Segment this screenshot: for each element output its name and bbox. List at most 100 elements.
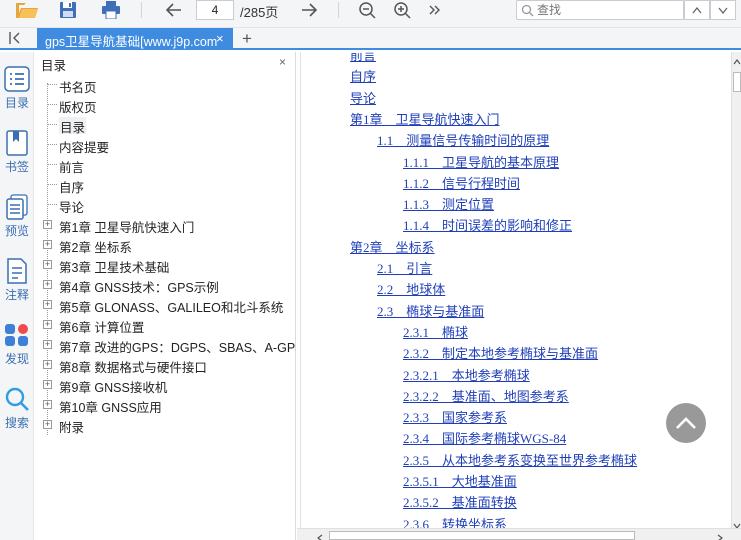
expand-icon[interactable]: + bbox=[43, 420, 52, 429]
toc-link[interactable]: 2.3.5.2 基准面转换 bbox=[403, 492, 517, 511]
toc-item[interactable]: + 第8章 数据格式与硬件接口 bbox=[35, 354, 296, 374]
toc-item[interactable]: + 第7章 改进的GPS：DGPS、SBAS、A-GPS和 bbox=[35, 334, 296, 354]
scroll-right-icon[interactable] bbox=[717, 531, 723, 540]
toc-item[interactable]: + 第9章 GNSS接收机 bbox=[35, 374, 296, 394]
toc-link[interactable]: 2.3.5.1 大地基准面 bbox=[403, 471, 517, 490]
more-tools-icon[interactable] bbox=[426, 0, 444, 20]
toc-link[interactable]: 2.3.6 转换坐标系 bbox=[403, 514, 507, 528]
rail-annotation-button[interactable]: 注释 bbox=[0, 258, 34, 318]
expand-icon[interactable]: + bbox=[43, 400, 52, 409]
toc-item-label: 第2章 坐标系 bbox=[59, 241, 132, 254]
expand-icon[interactable]: + bbox=[43, 340, 52, 349]
expand-icon[interactable]: + bbox=[43, 320, 52, 329]
tree-connector bbox=[47, 84, 57, 85]
vertical-scroll-thumb[interactable] bbox=[733, 72, 741, 92]
toc-item[interactable]: + 附录 bbox=[35, 414, 296, 434]
rail-preview-button[interactable]: 预览 bbox=[0, 194, 34, 254]
toc-item[interactable]: 导论 bbox=[35, 194, 296, 214]
search-box[interactable] bbox=[516, 0, 684, 20]
search-icon bbox=[521, 4, 534, 17]
expand-icon[interactable]: + bbox=[43, 280, 52, 289]
toc-link[interactable]: 2.3.1 椭球 bbox=[403, 322, 468, 341]
toc-link[interactable]: 2.3.5 从本地参考系变换至世界参考椭球 bbox=[403, 450, 637, 469]
toc-item[interactable]: 目录 bbox=[35, 114, 296, 134]
toc-item[interactable]: + 第10章 GNSS应用 bbox=[35, 394, 296, 414]
expand-icon[interactable]: + bbox=[43, 300, 52, 309]
rail-bookmark-button[interactable]: 书签 bbox=[0, 130, 34, 190]
toc-link[interactable]: 1.1.2 信号行程时间 bbox=[403, 173, 520, 192]
back-to-top-button[interactable] bbox=[666, 403, 706, 443]
tab-bar: gps卫星导航基础[www.j9p.com × + bbox=[0, 28, 741, 50]
scroll-left-icon[interactable] bbox=[317, 531, 323, 540]
toc-link[interactable]: 2.3 椭球与基准面 bbox=[377, 301, 484, 320]
toc-link[interactable]: 2.3.3 国家参考系 bbox=[403, 407, 507, 426]
collapse-sidebar-icon[interactable] bbox=[8, 31, 24, 48]
toc-title: 目录 bbox=[41, 59, 67, 73]
toc-item[interactable]: 自序 bbox=[35, 174, 296, 194]
toc-item[interactable]: + 第5章 GLONASS、GALILEO和北斗系统 bbox=[35, 294, 296, 314]
toc-item[interactable]: + 第1章 卫星导航快速入门 bbox=[35, 214, 296, 234]
zoom-out-icon[interactable] bbox=[356, 0, 378, 20]
toc-link[interactable]: 2.2 地球体 bbox=[377, 279, 445, 298]
toc-link[interactable]: 2.3.2 制定本地参考椭球与基准面 bbox=[403, 343, 598, 362]
new-tab-button[interactable]: + bbox=[242, 29, 252, 49]
expand-icon[interactable]: + bbox=[43, 260, 52, 269]
document-tab[interactable]: gps卫星导航基础[www.j9p.com bbox=[37, 28, 233, 50]
toc-link[interactable]: 1.1.1 卫星导航的基本原理 bbox=[403, 152, 559, 171]
toc-link[interactable]: 1.1 测量信号传输时间的原理 bbox=[377, 130, 549, 149]
toc-link[interactable]: 第1章 卫星导航快速入门 bbox=[350, 109, 500, 128]
toolbar: /285页 bbox=[0, 0, 741, 28]
search-next-button[interactable] bbox=[710, 0, 736, 20]
toc-item-label: 版权页 bbox=[59, 101, 97, 114]
toc-item[interactable]: 版权页 bbox=[35, 94, 296, 114]
expand-icon[interactable]: + bbox=[43, 380, 52, 389]
horizontal-scroll-thumb[interactable] bbox=[329, 531, 635, 540]
tab-close-icon[interactable]: × bbox=[216, 31, 224, 46]
zoom-in-icon[interactable] bbox=[391, 0, 413, 20]
horizontal-scrollbar[interactable] bbox=[297, 528, 741, 540]
annotation-icon bbox=[7, 258, 27, 284]
toc-link[interactable]: 导论 bbox=[350, 88, 376, 107]
print-icon[interactable] bbox=[99, 0, 123, 20]
rail-label: 搜索 bbox=[4, 416, 29, 430]
document-page: 前言自序导论第1章 卫星导航快速入门 1.1 测量信号传输时间的原理 1.1.1 卫… bbox=[300, 52, 728, 528]
toc-link[interactable]: 1.1.3 测定位置 bbox=[403, 194, 494, 213]
toc-link[interactable]: 2.1 引言 bbox=[377, 258, 432, 277]
toc-link[interactable]: 第2章 坐标系 bbox=[350, 237, 435, 256]
toc-link[interactable]: 2.3.4 国际参考椭球WGS-84 bbox=[403, 428, 566, 447]
toc-link[interactable]: 2.3.2.1 本地参考椭球 bbox=[403, 365, 530, 384]
toc-item[interactable]: + 第3章 卫星技术基础 bbox=[35, 254, 296, 274]
save-icon[interactable] bbox=[57, 0, 79, 20]
scroll-up-icon[interactable] bbox=[733, 54, 741, 65]
forward-arrow-icon[interactable] bbox=[298, 0, 320, 20]
preview-icon bbox=[6, 194, 28, 220]
expand-icon[interactable]: + bbox=[43, 240, 52, 249]
search-prev-button[interactable] bbox=[684, 0, 710, 20]
rail-search-button[interactable]: 搜索 bbox=[0, 386, 34, 446]
page-number-input[interactable] bbox=[196, 0, 234, 20]
expand-icon[interactable]: + bbox=[43, 220, 52, 229]
toc-item[interactable]: 内容提要 bbox=[35, 134, 296, 154]
toc-item[interactable]: 书名页 bbox=[35, 74, 296, 94]
toc-link[interactable]: 2.3.2.2 基准面、地图参考系 bbox=[403, 386, 569, 405]
toc-item[interactable]: 前言 bbox=[35, 154, 296, 174]
toc-link[interactable]: 1.1.4 时间误差的影响和修正 bbox=[403, 215, 572, 234]
open-folder-icon[interactable] bbox=[14, 0, 40, 20]
back-arrow-icon[interactable] bbox=[163, 0, 185, 20]
scroll-down-icon[interactable] bbox=[733, 518, 741, 529]
toc-close-icon[interactable]: × bbox=[279, 55, 286, 69]
toc-item[interactable]: + 第2章 坐标系 bbox=[35, 234, 296, 254]
search-input[interactable] bbox=[537, 2, 677, 18]
toc-link[interactable]: 自序 bbox=[350, 66, 376, 85]
expand-icon[interactable]: + bbox=[43, 360, 52, 369]
toc-link[interactable]: 前言 bbox=[350, 52, 376, 64]
search-icon bbox=[5, 387, 29, 411]
tree-connector bbox=[47, 184, 57, 185]
toc-item[interactable]: + 第4章 GNSS技术：GPS示例 bbox=[35, 274, 296, 294]
rail-label: 预览 bbox=[4, 224, 29, 238]
toc-item[interactable]: + 第6章 计算位置 bbox=[35, 314, 296, 334]
toc-icon bbox=[4, 66, 30, 92]
vertical-scrollbar[interactable] bbox=[731, 52, 741, 529]
rail-discover-button[interactable]: 发现 bbox=[0, 322, 34, 382]
rail-toc-button[interactable]: 目录 bbox=[0, 66, 34, 126]
